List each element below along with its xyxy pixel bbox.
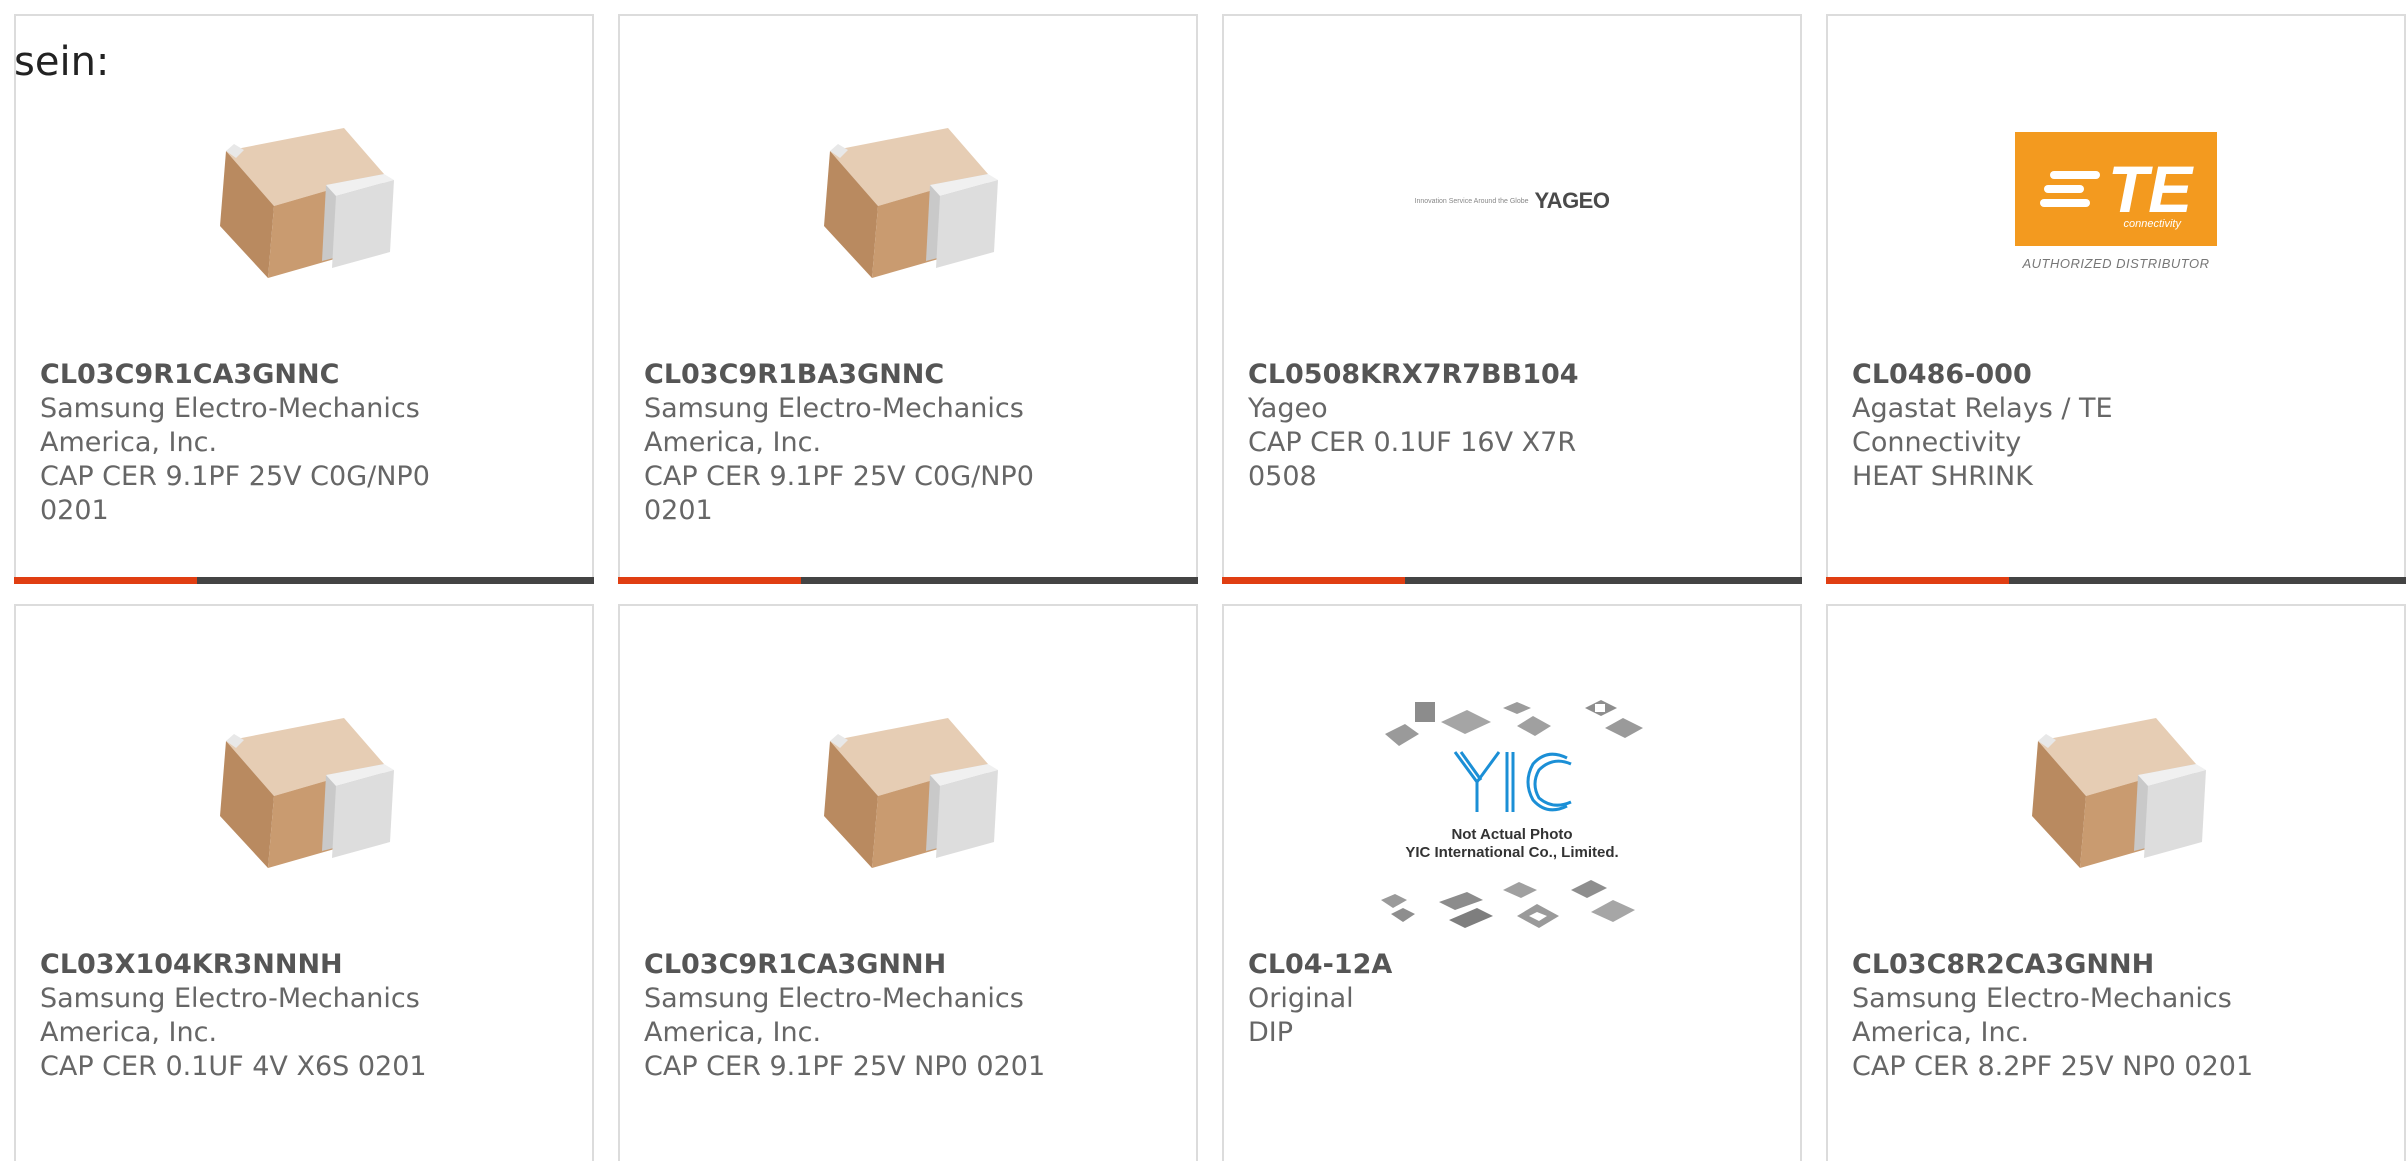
product-card[interactable]: Not Actual Photo YIC International Co., … (1222, 604, 1802, 1161)
product-card[interactable]: CL03C8R2CA3GNNH Samsung Electro-Mechanic… (1826, 604, 2406, 1161)
manufacturer: Agastat Relays / TE Connectivity (1852, 393, 2113, 458)
logo-caption: AUTHORIZED DISTRIBUTOR (2022, 255, 2210, 271)
capacitor-chip-icon (220, 128, 394, 278)
description: CAP CER 0.1UF 4V X6S 0201 (40, 1051, 427, 1082)
product-image[interactable] (1828, 676, 2404, 906)
te-logo-box: TE connectivity (2015, 131, 2217, 246)
product-info: CL03X104KR3NNNH Samsung Electro-Mechanic… (40, 948, 568, 1084)
product-info: CL0508KRX7R7BB104 Yageo CAP CER 0.1UF 16… (1248, 358, 1776, 494)
part-number[interactable]: CL04-12A (1248, 948, 1776, 982)
product-card[interactable]: CL03C9R1BA3GNNC Samsung Electro-Mechanic… (618, 14, 1198, 584)
note-line-2: YIC International Co., Limited. (1405, 844, 1619, 861)
card-accent-bar (1222, 577, 1405, 584)
manufacturer: Yageo (1248, 393, 1328, 424)
manufacturer: Samsung Electro-Mechanics America, Inc. (40, 983, 420, 1048)
product-card[interactable]: CL03X104KR3NNNH Samsung Electro-Mechanic… (14, 604, 594, 1161)
part-number[interactable]: CL03C9R1BA3GNNC (644, 358, 1172, 392)
card-accent-bar (14, 577, 197, 584)
logo-sub: connectivity (2123, 217, 2181, 230)
logo-text: YAGEO (1534, 188, 1610, 213)
description: CAP CER 8.2PF 25V NP0 0201 (1852, 1051, 2254, 1082)
product-image[interactable] (16, 676, 592, 906)
manufacturer: Original (1248, 983, 1354, 1014)
manufacturer: Samsung Electro-Mechanics America, Inc. (644, 983, 1024, 1048)
product-card[interactable]: CL03C9R1CA3GNNC Samsung Electro-Mechanic… (14, 14, 594, 584)
capacitor-chip-icon (824, 128, 998, 278)
intro-text: sein: (14, 39, 110, 85)
capacitor-chip-icon (220, 718, 394, 868)
card-bottom-bar (618, 577, 1198, 584)
product-grid-page: sein: CL03C9R1CA3GNNC Samsung Electro-Me… (0, 0, 2408, 1161)
product-image[interactable] (620, 676, 1196, 906)
product-image[interactable]: Innovation Service Around the Globe YAGE… (1224, 86, 1800, 316)
manufacturer: Samsung Electro-Mechanics America, Inc. (644, 393, 1024, 458)
yageo-logo: Innovation Service Around the Globe YAGE… (1415, 188, 1610, 214)
product-card[interactable]: TE connectivity AUTHORIZED DISTRIBUTOR C… (1826, 14, 2406, 584)
yic-placeholder: Not Actual Photo YIC International Co., … (1367, 694, 1657, 944)
description: CAP CER 9.1PF 25V C0G/NP0 0201 (40, 461, 430, 526)
manufacturer: Samsung Electro-Mechanics America, Inc. (40, 393, 420, 458)
te-stripes-icon (2039, 170, 2100, 207)
description: CAP CER 9.1PF 25V C0G/NP0 0201 (644, 461, 1034, 526)
card-bottom-bar (1222, 577, 1802, 584)
description: DIP (1248, 1017, 1294, 1048)
capacitor-chip-icon (2032, 718, 2206, 868)
logo-text: TE (2107, 151, 2193, 226)
manufacturer: Samsung Electro-Mechanics America, Inc. (1852, 983, 2232, 1048)
product-info: CL04-12A Original DIP (1248, 948, 1776, 1050)
part-number[interactable]: CL03X104KR3NNNH (40, 948, 568, 982)
description: HEAT SHRINK (1852, 461, 2033, 492)
part-number[interactable]: CL03C9R1CA3GNNC (40, 358, 568, 392)
product-card[interactable]: Innovation Service Around the Globe YAGE… (1222, 14, 1802, 584)
product-image[interactable]: TE connectivity AUTHORIZED DISTRIBUTOR (1828, 86, 2404, 316)
card-accent-bar (618, 577, 801, 584)
product-image[interactable] (620, 86, 1196, 316)
description: CAP CER 9.1PF 25V NP0 0201 (644, 1051, 1046, 1082)
description: CAP CER 0.1UF 16V X7R 0508 (1248, 427, 1577, 492)
capacitor-chip-icon (824, 718, 998, 868)
product-info: CL03C9R1CA3GNNC Samsung Electro-Mechanic… (40, 358, 568, 528)
part-number[interactable]: CL0508KRX7R7BB104 (1248, 358, 1776, 392)
not-actual-photo-note: Not Actual Photo YIC International Co., … (1367, 826, 1657, 862)
card-accent-bar (1826, 577, 2009, 584)
part-number[interactable]: CL03C8R2CA3GNNH (1852, 948, 2380, 982)
part-number[interactable]: CL0486-000 (1852, 358, 2380, 392)
part-number[interactable]: CL03C9R1CA3GNNH (644, 948, 1172, 982)
logo-tagline: Innovation Service Around the Globe (1414, 197, 1529, 205)
product-info: CL03C9R1CA3GNNH Samsung Electro-Mechanic… (644, 948, 1172, 1084)
product-card[interactable]: CL03C9R1CA3GNNH Samsung Electro-Mechanic… (618, 604, 1198, 1161)
note-line-1: Not Actual Photo (1451, 826, 1573, 843)
product-info: CL0486-000 Agastat Relays / TE Connectiv… (1852, 358, 2380, 494)
product-image[interactable] (16, 86, 592, 316)
card-bottom-bar (1826, 577, 2406, 584)
ic-packages-icon (1381, 700, 1643, 928)
product-image[interactable]: Not Actual Photo YIC International Co., … (1224, 694, 1800, 944)
card-bottom-bar (14, 577, 594, 584)
te-logo: TE connectivity AUTHORIZED DISTRIBUTOR (2015, 131, 2217, 271)
product-info: CL03C8R2CA3GNNH Samsung Electro-Mechanic… (1852, 948, 2380, 1084)
product-info: CL03C9R1BA3GNNC Samsung Electro-Mechanic… (644, 358, 1172, 528)
